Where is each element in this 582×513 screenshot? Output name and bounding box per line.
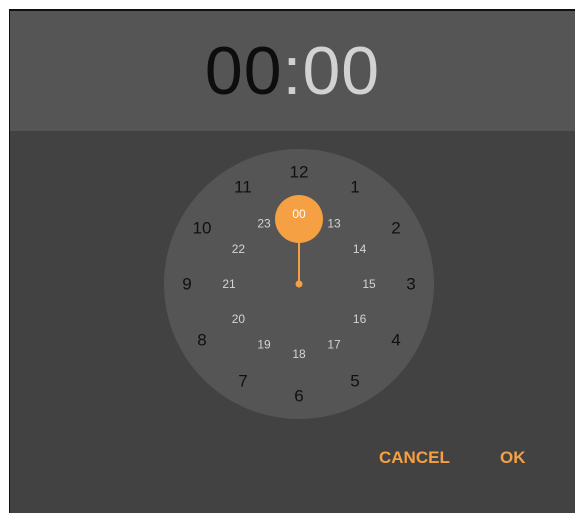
clock-number-hour-8[interactable]: 8 [197, 331, 206, 350]
dialog-actions: CANCEL OK [10, 448, 575, 478]
clock-number-hour24-14[interactable]: 14 [353, 242, 367, 256]
clock-number-hour24-13[interactable]: 13 [327, 216, 341, 230]
time-picker-dialog: 00:00 12 1 2 3 4 5 6 7 8 9 10 11 00 13 14 15 16 17 18 19 20 2… [9, 9, 575, 513]
clock-number-hour24-20[interactable]: 20 [232, 312, 246, 326]
clock-number-hour-2[interactable]: 2 [391, 219, 400, 238]
clock-number-hour-5[interactable]: 5 [350, 372, 359, 391]
clock-number-hour24-18[interactable]: 18 [292, 347, 306, 361]
clock-number-hour24-16[interactable]: 16 [353, 312, 367, 326]
clock-number-hour-9[interactable]: 9 [182, 275, 191, 294]
clock-number-hour-7[interactable]: 7 [238, 372, 247, 391]
clock-number-hour24-19[interactable]: 19 [257, 338, 271, 352]
clock-number-hour-1[interactable]: 1 [350, 178, 359, 197]
cancel-button[interactable]: CANCEL [379, 448, 450, 468]
clock-dial[interactable]: 121234567891011001314151617181920212223 [10, 11, 575, 513]
clock-number-hour24-15[interactable]: 15 [362, 277, 376, 291]
clock-number-hour-11[interactable]: 11 [234, 178, 252, 197]
clock-number-hour24-17[interactable]: 17 [327, 338, 341, 352]
clock-number-hour24-23[interactable]: 23 [257, 216, 271, 230]
clock-number-hour-4[interactable]: 4 [391, 331, 400, 350]
clock-number-hour24-21[interactable]: 21 [222, 277, 236, 291]
clock-number-hour-3[interactable]: 3 [406, 275, 415, 294]
clock-number-hour24-00[interactable]: 00 [292, 207, 306, 221]
clock-number-hour-10[interactable]: 10 [193, 219, 212, 238]
clock-number-hour-6[interactable]: 6 [294, 387, 303, 406]
clock-number-hour-12[interactable]: 12 [290, 163, 309, 182]
ok-button[interactable]: OK [500, 448, 526, 468]
clock-number-hour24-22[interactable]: 22 [232, 242, 246, 256]
